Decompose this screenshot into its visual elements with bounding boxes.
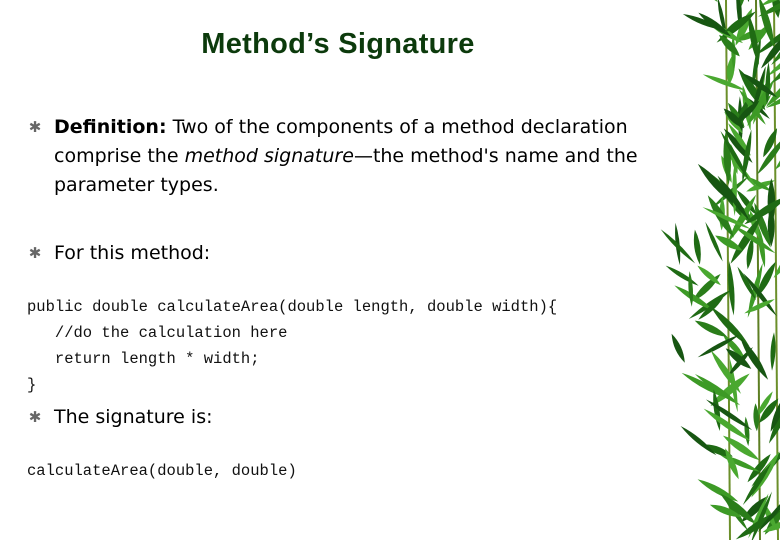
asterisk-bullet-icon: ✱ (28, 118, 42, 136)
bullet-text: For this method: (54, 242, 211, 264)
bullet-text: Definition: Two of the components of a m… (54, 113, 668, 200)
bamboo-leaf (698, 12, 732, 37)
bamboo-leaf (697, 479, 739, 502)
asterisk-bullet-icon: ✱ (28, 408, 42, 426)
signature-code: calculateArea(double, double) (27, 462, 297, 480)
bamboo-leaf (693, 229, 701, 265)
definition-label: Definition: (54, 116, 167, 138)
bamboo-leaf (688, 271, 694, 307)
bamboo-leaf (744, 416, 750, 447)
definition-italic: method signature (184, 145, 354, 167)
bullet-definition: ✱ Definition: Two of the components of a… (28, 113, 668, 200)
bamboo-leaf (671, 333, 685, 363)
bamboo-leaf (702, 74, 746, 91)
asterisk-bullet-icon: ✱ (28, 244, 42, 262)
slide-title: Method’s Signature (201, 28, 475, 60)
bamboo-leaf (770, 332, 776, 371)
code-line: } (27, 376, 37, 394)
method-code-block: public double calculateArea(double lengt… (27, 294, 557, 398)
bamboo-leaf (681, 372, 726, 398)
code-line: return length * width; (27, 350, 260, 368)
code-line: //do the calculation here (27, 324, 288, 342)
bamboo-leaf (680, 425, 717, 456)
bamboo-leaf (688, 289, 732, 319)
bamboo-leaf (665, 265, 699, 286)
code-line: public double calculateArea(double lengt… (27, 298, 558, 316)
bamboo-leaf (697, 163, 736, 205)
bullet-text: The signature is: (54, 406, 213, 428)
bamboo-leaf (686, 0, 718, 2)
slide: Method’s Signature ✱ Definition: Two of … (0, 0, 780, 540)
bamboo-leaves-decoration (660, 0, 780, 540)
bullet-for-this-method: ✱ For this method: (28, 239, 668, 268)
bullet-signature-is: ✱ The signature is: (28, 403, 668, 432)
